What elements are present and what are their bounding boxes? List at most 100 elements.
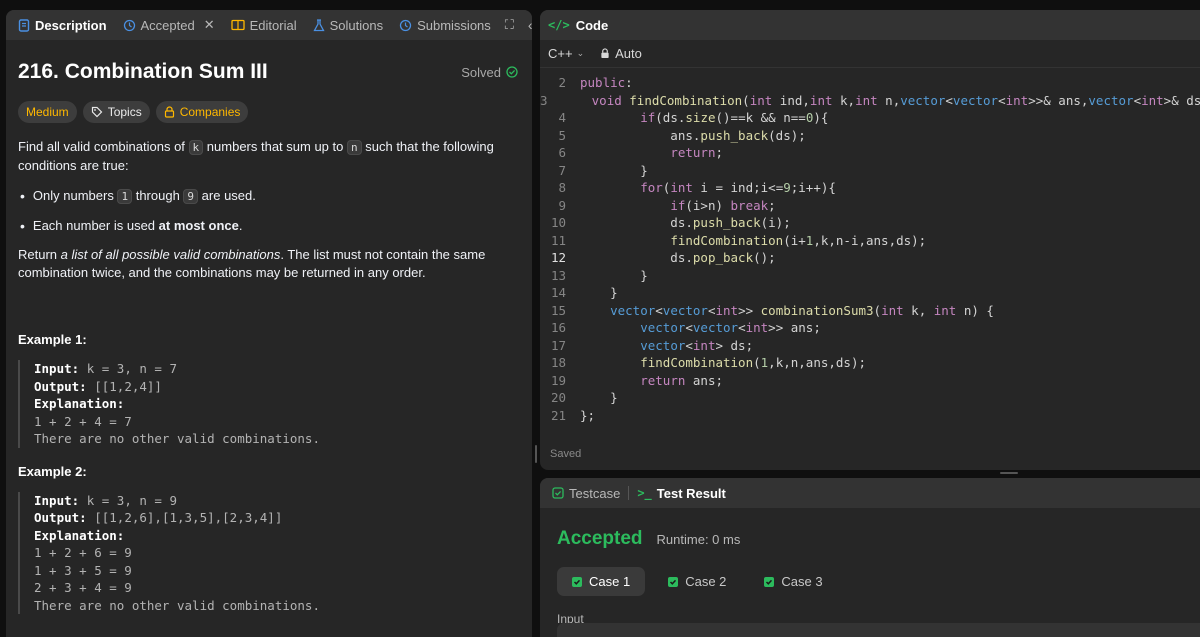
check-icon xyxy=(764,576,775,587)
result-summary: Accepted Runtime: 0 ms xyxy=(557,528,1200,550)
vertical-resize-handle[interactable] xyxy=(535,445,537,463)
code-line[interactable]: 2 public: xyxy=(540,74,1200,92)
history-icon xyxy=(399,19,412,31)
code-line[interactable]: 18 findCombination(1,k,n,ans,ds); xyxy=(540,354,1200,372)
line-number: 15 xyxy=(550,302,566,318)
tab-submissions[interactable]: Submissions xyxy=(393,10,497,40)
tab-test-result[interactable]: >_ Test Result xyxy=(631,478,732,508)
solved-status: Solved xyxy=(461,65,518,80)
code-icon: </> xyxy=(548,18,570,32)
code-line[interactable]: 13 } xyxy=(540,267,1200,285)
code-header: </> Code xyxy=(540,10,1200,40)
lock-icon xyxy=(601,48,609,59)
code-text: vector<vector<int>> combinationSum3(int … xyxy=(610,302,994,318)
chevron-down-icon: ⌄ xyxy=(576,48,585,58)
return-statement: Return a list of all possible valid comb… xyxy=(18,247,486,280)
code-line[interactable]: 9 if(i>n) break; xyxy=(540,197,1200,215)
code-panel: </> Code C++ ⌄ Auto 2 public: 3 void findC… xyxy=(540,10,1200,470)
example-title: Example 1: xyxy=(18,332,87,347)
maximize-icon[interactable]: ⛶ xyxy=(497,17,522,33)
code-text: ds.push_back(i); xyxy=(580,215,791,231)
difficulty-badge: Medium xyxy=(18,101,77,123)
code-line[interactable]: 6 return; xyxy=(540,144,1200,162)
editor-toolbar: C++ ⌄ Auto xyxy=(540,40,1200,68)
line-number: 10 xyxy=(550,215,566,231)
companies-tag[interactable]: Companies xyxy=(155,101,249,123)
test-result-panel: Testcase >_ Test Result Accepted Runtime… xyxy=(540,478,1200,637)
tab-solutions[interactable]: Solutions xyxy=(307,10,389,40)
code-text: findCombination(i+1,k,n-i,ans,ds); xyxy=(670,232,927,248)
list-item: • Each number is used at most once. xyxy=(20,218,243,234)
inline-code: 9 xyxy=(183,189,199,204)
code-line[interactable]: 16 vector<vector<int>> ans; xyxy=(540,319,1200,337)
case-tab-3[interactable]: Case 3 xyxy=(749,567,837,596)
code-text: for(int i = ind;i<=9;i++){ xyxy=(640,180,836,196)
code-line[interactable]: 4 if(ds.size()==k && n==0){ xyxy=(540,109,1200,127)
left-tabbar: Description Accepted ✕ Editorial Solutio… xyxy=(6,10,532,40)
inline-code-n: n xyxy=(347,140,362,155)
code-line[interactable]: 19 return ans; xyxy=(540,372,1200,390)
line-number: 5 xyxy=(558,127,566,143)
solved-label: Solved xyxy=(461,64,501,80)
code-line[interactable]: 17 vector<int> ds; xyxy=(540,337,1200,355)
tab-editorial-label: Editorial xyxy=(249,17,297,33)
code-text: } xyxy=(580,162,648,178)
desc-text: Find all valid combinations of xyxy=(18,139,185,154)
code-line[interactable]: 14 } xyxy=(540,284,1200,302)
tab-editorial[interactable]: Editorial xyxy=(225,10,303,40)
line-number: 3 xyxy=(540,92,548,108)
result-status: Accepted xyxy=(557,528,643,549)
case-tab-1[interactable]: Case 1 xyxy=(557,567,646,596)
line-number: 17 xyxy=(550,337,566,353)
input-value-box[interactable] xyxy=(557,623,1200,637)
code-line[interactable]: 11 findCombination(i+1,k,n-i,ans,ds); xyxy=(540,232,1200,250)
check-circle-icon xyxy=(506,66,518,78)
code-text: ans.push_back(ds); xyxy=(580,127,806,143)
line-number: 8 xyxy=(558,180,566,196)
collapse-icon[interactable]: ‹ xyxy=(522,17,532,33)
tab-submissions-label: Submissions xyxy=(417,17,491,33)
conditions-list: • Only numbers 1 through 9 are used. • E… xyxy=(18,187,520,235)
code-line[interactable]: 5 ans.push_back(ds); xyxy=(540,127,1200,145)
code-text: } xyxy=(580,390,618,406)
code-text: if(ds.size()==k && n==0){ xyxy=(640,110,829,126)
code-text: return; xyxy=(670,145,723,161)
code-line[interactable]: 10 ds.push_back(i); xyxy=(540,214,1200,232)
code-line[interactable]: 3 void findCombination(int ind,int k,int… xyxy=(540,92,1200,110)
topics-label: Topics xyxy=(107,105,142,119)
terminal-icon: >_ xyxy=(637,486,652,500)
code-text: public: xyxy=(580,75,633,91)
code-text: } xyxy=(580,267,648,283)
code-text: void findCombination(int ind,int k,int n… xyxy=(591,92,1200,108)
code-line[interactable]: 12 ds.pop_back(); xyxy=(540,249,1200,267)
language-select[interactable]: C++ ⌄ xyxy=(548,46,584,61)
code-line[interactable]: 15 vector<vector<int>> combinationSum3(i… xyxy=(540,302,1200,320)
line-number: 16 xyxy=(550,320,566,336)
case-tabs: Case 1 Case 2 Case 3 xyxy=(557,567,1200,596)
auto-mode[interactable]: Auto xyxy=(600,46,642,61)
line-number: 14 xyxy=(550,285,566,301)
problem-title[interactable]: 216. Combination Sum III xyxy=(18,60,268,84)
tab-testcase-label: Testcase xyxy=(569,485,621,501)
tab-accepted[interactable]: Accepted ✕ xyxy=(117,10,221,40)
runtime-text: Runtime: 0 ms xyxy=(656,532,741,547)
code-text: } xyxy=(580,285,618,301)
lock-icon xyxy=(164,106,174,118)
tab-description[interactable]: Description xyxy=(12,10,113,40)
code-line[interactable]: 21}; xyxy=(540,407,1200,425)
code-editor[interactable]: 2 public: 3 void findCombination(int ind,i… xyxy=(540,74,1200,426)
horizontal-resize-handle[interactable] xyxy=(1000,472,1018,474)
tab-testcase[interactable]: Testcase xyxy=(546,478,626,508)
example-block: Input: k = 3, n = 7 Output: [[1,2,4]] Ex… xyxy=(18,360,520,448)
case-tab-2[interactable]: Case 2 xyxy=(653,567,741,596)
code-line[interactable]: 20 } xyxy=(540,389,1200,407)
tab-separator xyxy=(628,486,630,500)
check-icon xyxy=(572,576,582,587)
history-icon xyxy=(123,19,135,31)
example-block: Input: k = 3, n = 9 Output: [[1,2,6],[1,… xyxy=(18,491,520,614)
topics-tag[interactable]: Topics xyxy=(82,101,150,123)
code-line[interactable]: 7 } xyxy=(540,162,1200,180)
close-icon[interactable]: ✕ xyxy=(204,17,215,33)
code-line[interactable]: 8 for(int i = ind;i<=9;i++){ xyxy=(540,179,1200,197)
example-title: Example 2: xyxy=(18,463,87,479)
